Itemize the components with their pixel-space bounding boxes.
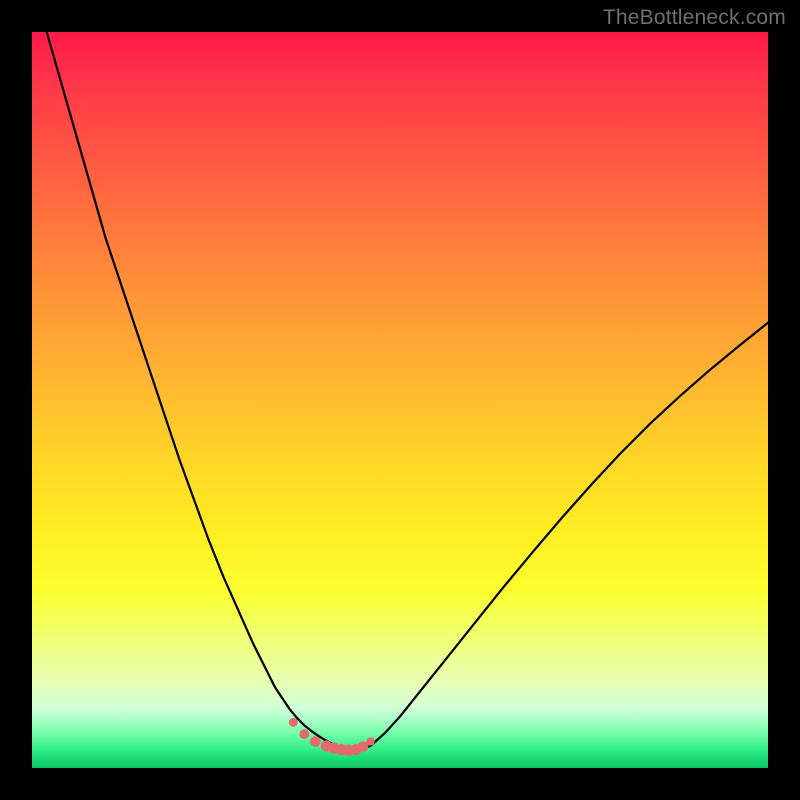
outer-frame: TheBottleneck.com: [0, 0, 800, 800]
plot-area: [32, 32, 768, 768]
curve-svg: [32, 32, 768, 768]
highlight-dot: [289, 718, 298, 727]
watermark-text: TheBottleneck.com: [603, 6, 786, 30]
bottleneck-curve: [32, 32, 768, 751]
highlight-dot: [299, 729, 309, 739]
highlight-dot: [310, 736, 321, 747]
highlight-dot: [366, 737, 374, 745]
